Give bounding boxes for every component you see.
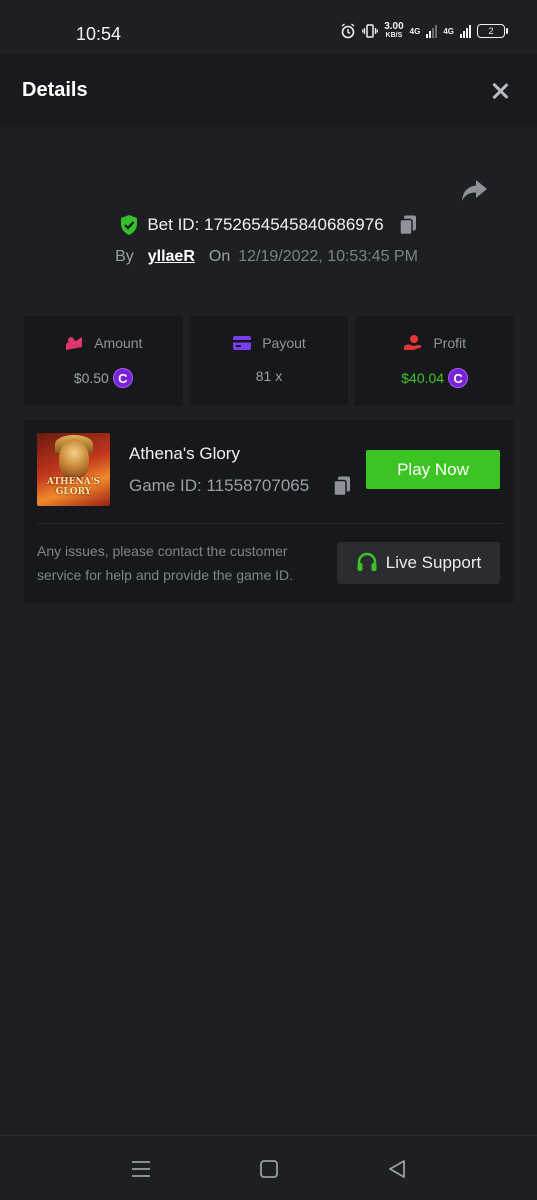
back-icon[interactable] — [386, 1158, 408, 1180]
status-icons: 3.00 KB/S 4G 4G 2 — [340, 22, 508, 40]
thumbnail-figure — [59, 439, 89, 479]
profit-value: $40.04 — [401, 370, 445, 386]
amount-label: Amount — [94, 335, 143, 351]
bet-id-label: Bet ID: 1752654545840686976 — [147, 215, 383, 235]
close-button[interactable] — [489, 80, 511, 102]
vibrate-icon — [362, 23, 379, 39]
payout-label: Payout — [262, 335, 306, 351]
payout-card-icon — [233, 336, 252, 350]
share-icon[interactable] — [460, 178, 488, 204]
bet-id-row: Bet ID: 1752654545840686976 — [0, 214, 537, 236]
copy-icon[interactable] — [332, 475, 352, 497]
live-support-label: Live Support — [385, 553, 482, 572]
coin-icon: C — [448, 368, 469, 388]
home-icon[interactable] — [258, 1158, 280, 1180]
speed-value: 3.00 — [384, 21, 404, 32]
amount-value-row: $0.50 C — [74, 368, 133, 388]
battery-icon: 2 — [477, 24, 508, 38]
signal-bars-1-icon — [426, 24, 438, 38]
bet-id-prefix: Bet ID: — [147, 215, 200, 234]
amount-card: Amount $0.50 C — [24, 316, 183, 406]
page-title: Details — [22, 79, 88, 101]
alarm-icon — [340, 23, 356, 39]
by-label: By — [115, 248, 134, 265]
thumbnail-logo-text: ATHENA'S GLORY — [46, 477, 100, 497]
copy-icon[interactable] — [398, 214, 418, 236]
game-card: ATHENA'S GLORY Athena's Glory Game ID: 1… — [24, 420, 514, 603]
bet-id-value: 1752654545840686976 — [204, 215, 384, 234]
live-support-button[interactable]: Live Support — [337, 542, 500, 584]
amount-value: $0.50 — [73, 370, 109, 386]
game-thumbnail[interactable]: ATHENA'S GLORY — [37, 433, 110, 506]
amount-icon — [66, 337, 83, 350]
network-type-2: 4G — [443, 26, 454, 36]
username-link[interactable]: yllaeR — [148, 248, 195, 266]
network-speed: 3.00 KB/S — [384, 22, 403, 40]
play-now-button[interactable]: Play Now — [366, 450, 500, 489]
details-header: Details — [0, 54, 537, 127]
game-id: Game ID: 11558707065 — [129, 476, 310, 495]
coin-icon: C — [112, 368, 133, 388]
game-name: Athena's Glory — [129, 444, 240, 463]
bet-meta-row: By yllaeR On 12/19/2022, 10:53:45 PM — [0, 248, 537, 266]
speed-unit: KB/S — [385, 32, 403, 39]
status-time: 10:54 — [76, 24, 122, 44]
signal-bars-2-icon — [460, 24, 471, 38]
bet-datetime: 12/19/2022, 10:53:45 PM — [238, 248, 418, 265]
bet-stats: Amount $0.50 C Payout 81 x Profit $40.04… — [24, 316, 515, 406]
headset-icon — [357, 552, 377, 571]
battery-level: 2 — [488, 26, 494, 36]
profit-card: Profit $40.04 C — [355, 316, 515, 406]
support-help-text: Any issues, please contact the customer … — [37, 543, 294, 583]
profit-value-row: $40.04 C — [401, 368, 469, 388]
payout-card: Payout 81 x — [189, 316, 349, 406]
profit-icon — [404, 335, 422, 350]
divider — [36, 523, 502, 524]
network-type-1: 4G — [409, 26, 421, 36]
status-bar: 10:54 3.00 KB/S 4G 4G 2 — [0, 0, 537, 54]
profit-label: Profit — [433, 335, 467, 351]
on-label: On — [208, 248, 231, 265]
screen: 10:54 3.00 KB/S 4G 4G 2 Details Bet ID: … — [0, 0, 537, 1200]
shield-check-icon — [121, 215, 138, 235]
payout-value: 81 x — [255, 368, 283, 384]
system-nav-bar — [0, 1135, 537, 1200]
payout-value-row: 81 x — [256, 368, 282, 384]
menu-icon[interactable] — [130, 1158, 152, 1180]
